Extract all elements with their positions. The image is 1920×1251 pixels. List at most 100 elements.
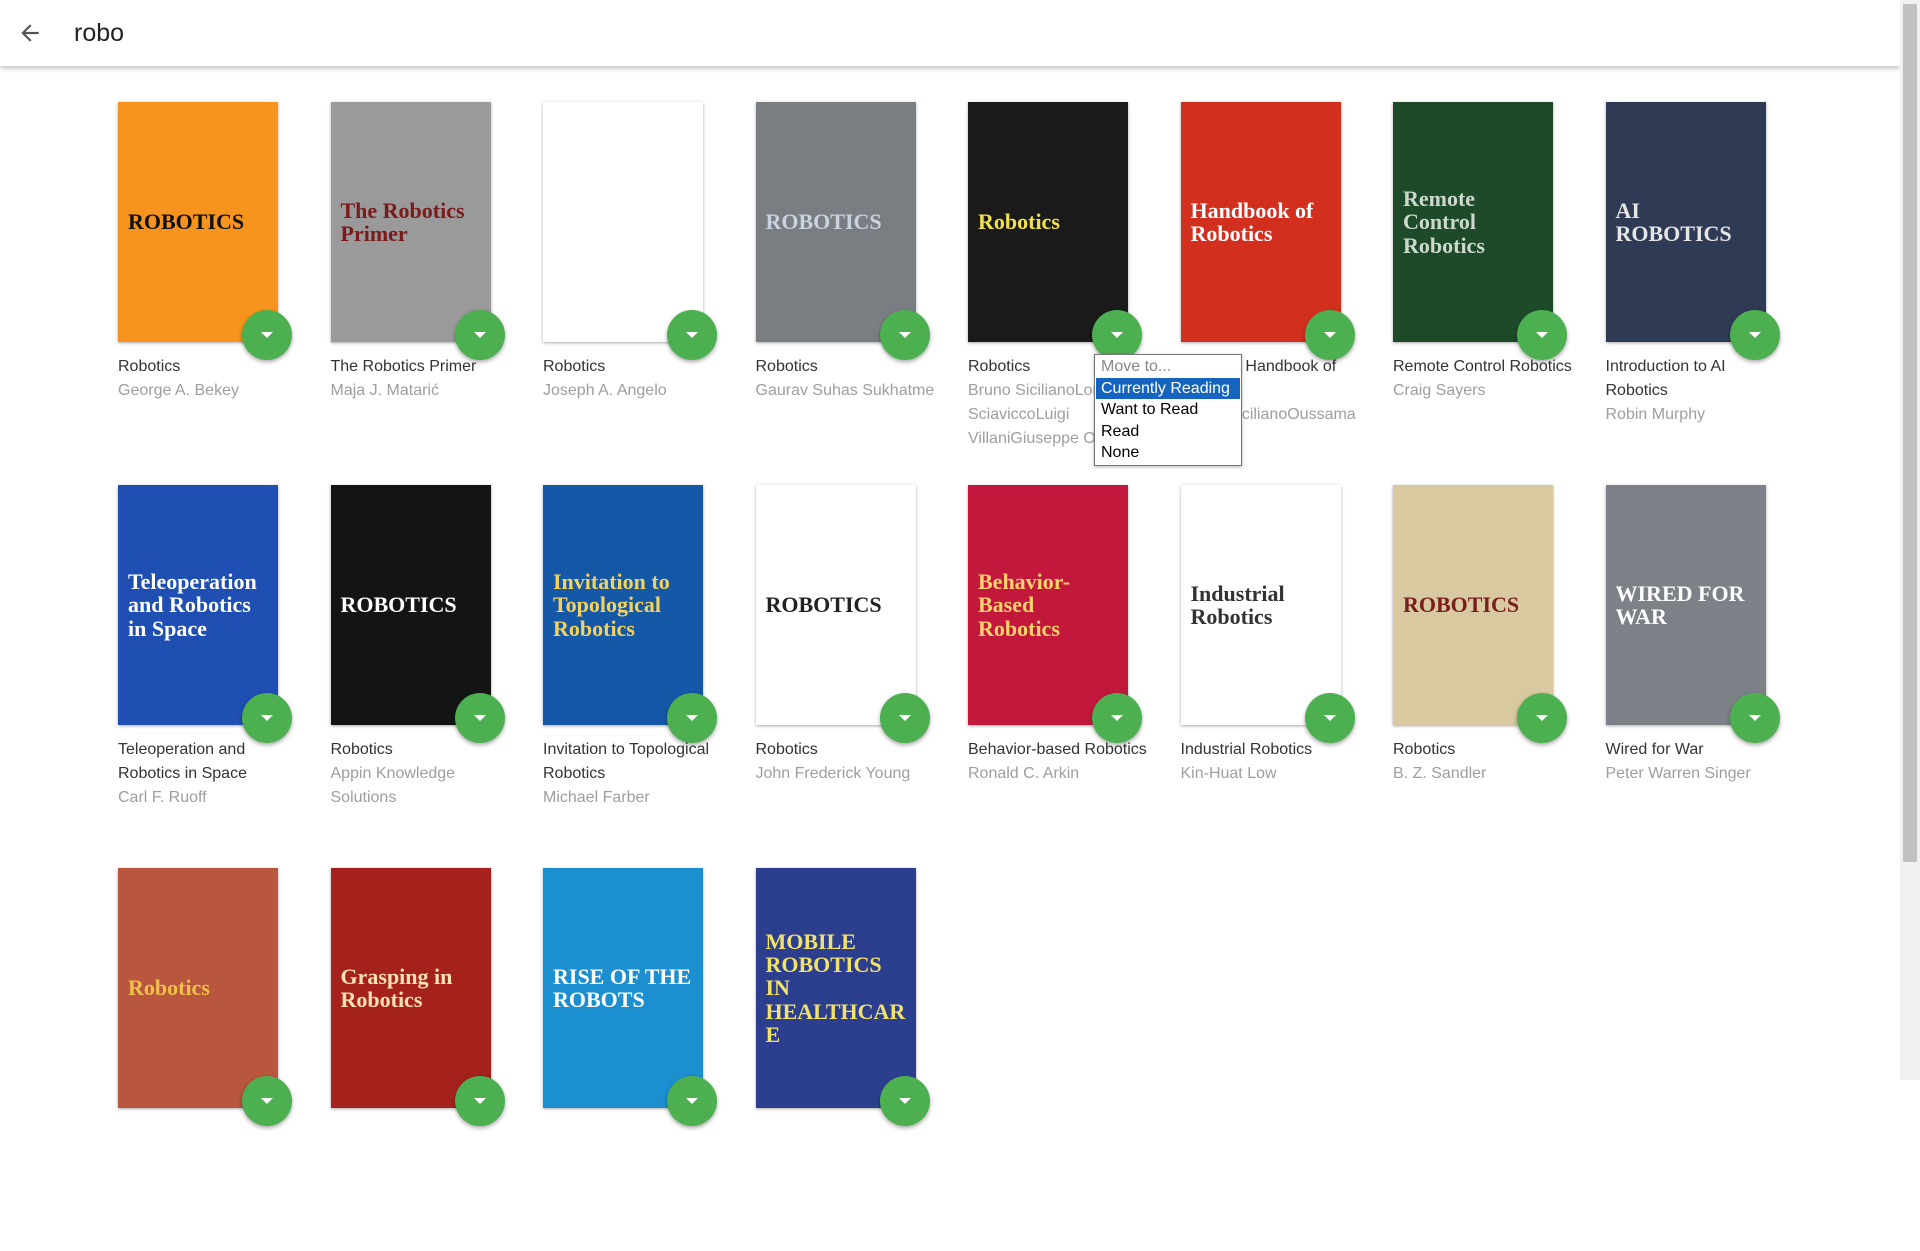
shelf-menu-button[interactable] bbox=[1729, 693, 1780, 743]
arrow-drop-down-icon bbox=[686, 715, 698, 721]
move-to-dropdown[interactable]: Move to... Currently Reading Want to Rea… bbox=[1094, 354, 1242, 466]
option-read[interactable]: Read bbox=[1096, 421, 1240, 443]
scrollbar-thumb[interactable] bbox=[1903, 4, 1917, 862]
book-cover[interactable]: Handbook of Robotics bbox=[1180, 102, 1341, 342]
cover-title-text: ROBOTICS bbox=[765, 209, 882, 235]
back-button[interactable] bbox=[10, 13, 50, 53]
cover-title-text: Robotics bbox=[128, 975, 210, 1001]
book-cover[interactable]: RISE OF THE ROBOTS bbox=[543, 868, 703, 1108]
book-cover[interactable]: Robotics bbox=[118, 868, 278, 1108]
book-cover[interactable]: Remote Control Robotics bbox=[1393, 102, 1553, 342]
book-author: Maja J. Matarić bbox=[330, 382, 439, 399]
shelf-menu-button[interactable] bbox=[1517, 310, 1567, 360]
book-cover[interactable] bbox=[543, 102, 703, 342]
book-cover[interactable]: ROBOTICS bbox=[118, 102, 278, 342]
book-card[interactable]: Robotics bbox=[118, 868, 292, 1251]
cover-title-text: Handbook of Robotics bbox=[1190, 197, 1314, 246]
book-cover[interactable]: The Robotics Primer bbox=[330, 102, 491, 342]
book-card[interactable]: Grasping in Robotics bbox=[330, 868, 505, 1251]
book-cover[interactable]: Teleoperation and Robotics in Space bbox=[118, 485, 278, 725]
shelf-menu-button[interactable] bbox=[242, 310, 292, 360]
cover-title-text: Teleoperation and Robotics in Space bbox=[128, 569, 257, 641]
option-want-to-read[interactable]: Want to Read bbox=[1096, 399, 1240, 421]
arrow-drop-down-icon bbox=[261, 715, 273, 721]
shelf-menu-button[interactable] bbox=[667, 693, 717, 743]
book-card[interactable]: ROBOTICS Robotics B. Z. Sandler bbox=[1393, 485, 1567, 868]
book-card[interactable]: WIRED FOR WAR Wired for War Peter Warren S… bbox=[1605, 485, 1780, 868]
book-author: B. Z. Sandler bbox=[1393, 765, 1487, 782]
shelf-menu-button[interactable] bbox=[879, 1076, 930, 1126]
arrow-drop-down-icon bbox=[1748, 332, 1761, 338]
shelf-menu-button[interactable] bbox=[879, 693, 930, 743]
book-card[interactable]: Remote Control Robotics Remote Control Ro… bbox=[1393, 102, 1572, 485]
cover-title-text: The Robotics Primer bbox=[340, 197, 465, 246]
book-card[interactable]: ROBOTICS Robotics Gaurav Suhas Sukhatme bbox=[755, 102, 934, 485]
book-author: Kin-Huat Low bbox=[1180, 765, 1277, 782]
book-cover[interactable]: Invitation to Topological Robotics bbox=[543, 485, 703, 725]
shelf-menu-button[interactable] bbox=[667, 310, 717, 360]
book-card[interactable]: Teleoperation and Robotics in Space Teleo… bbox=[118, 485, 292, 868]
book-author: Robin Murphy bbox=[1605, 406, 1706, 423]
book-author: Michael Farber bbox=[543, 789, 650, 806]
arrow-drop-down-icon bbox=[261, 332, 273, 338]
book-cover[interactable]: Robotics bbox=[968, 102, 1128, 342]
arrow-drop-down-icon bbox=[686, 1098, 698, 1104]
arrow-drop-down-icon bbox=[1536, 715, 1548, 721]
option-currently-reading[interactable]: Currently Reading bbox=[1096, 377, 1240, 399]
search-input[interactable] bbox=[74, 14, 774, 52]
arrow-drop-down-icon bbox=[1111, 332, 1123, 338]
cover-title-text: Grasping in Robotics bbox=[340, 963, 453, 1012]
book-title: Introduction to AI Robotics bbox=[1605, 358, 1726, 399]
arrow-drop-down-icon bbox=[1536, 332, 1548, 338]
arrow-drop-down-icon bbox=[1323, 332, 1336, 338]
book-card[interactable]: Industrial Robotics Industrial Robotics Ki… bbox=[1180, 485, 1355, 868]
book-cover[interactable]: ROBOTICS bbox=[1393, 485, 1553, 725]
book-author: Appin Knowledge Solutions bbox=[330, 765, 456, 806]
book-cover[interactable]: ROBOTICS bbox=[755, 485, 916, 725]
book-card[interactable]: ROBOTICS Robotics John Frederick Young bbox=[755, 485, 930, 868]
move-to-placeholder: Move to... bbox=[1101, 358, 1172, 375]
book-card[interactable]: ROBOTICS Robotics Appin Knowledge Solution… bbox=[330, 485, 505, 868]
shelf-menu-button[interactable] bbox=[1092, 693, 1142, 743]
book-cover[interactable]: Industrial Robotics bbox=[1180, 485, 1341, 725]
option-none[interactable]: None bbox=[1096, 442, 1240, 464]
shelf-menu-button[interactable] bbox=[454, 693, 505, 743]
page-scrollbar[interactable] bbox=[1900, 0, 1920, 1080]
book-cover[interactable]: Behavior-Based Robotics bbox=[968, 485, 1128, 725]
shelf-menu-button[interactable] bbox=[879, 310, 930, 360]
shelf-menu-button[interactable] bbox=[242, 1076, 292, 1126]
book-card[interactable]: MOBILE ROBOTICS IN HEALTHCARE bbox=[755, 868, 930, 1251]
book-cover[interactable]: WIRED FOR WAR bbox=[1605, 485, 1766, 725]
arrow-drop-down-icon bbox=[898, 332, 911, 338]
book-author: Gaurav Suhas Sukhatme bbox=[755, 382, 935, 399]
shelf-menu-button[interactable] bbox=[1304, 693, 1355, 743]
book-cover[interactable]: MOBILE ROBOTICS IN HEALTHCARE bbox=[755, 868, 916, 1108]
book-card[interactable]: ROBOTICS Robotics George A. Bekey bbox=[118, 102, 292, 485]
shelf-menu-button[interactable] bbox=[454, 1076, 505, 1126]
book-card[interactable]: AI ROBOTICS Introduction to AI Robotics Ro… bbox=[1605, 102, 1780, 485]
shelf-menu-button[interactable] bbox=[454, 310, 505, 360]
book-author: Carl F. Ruoff bbox=[118, 789, 207, 806]
cover-title-text: WIRED FOR WAR bbox=[1615, 580, 1745, 629]
shelf-menu-button[interactable] bbox=[1092, 310, 1142, 360]
book-author: George A. Bekey bbox=[118, 382, 239, 399]
shelf-menu-button[interactable] bbox=[1304, 310, 1355, 360]
book-cover[interactable]: AI ROBOTICS bbox=[1605, 102, 1766, 342]
shelf-menu-button[interactable] bbox=[1517, 693, 1567, 743]
cover-title-text: RISE OF THE ROBOTS bbox=[553, 963, 692, 1012]
book-card[interactable]: Invitation to Topological Robotics Invita… bbox=[543, 485, 717, 868]
arrow-drop-down-icon bbox=[898, 715, 911, 721]
book-card[interactable]: Robotics Joseph A. Angelo bbox=[543, 102, 717, 485]
cover-title-text: Behavior-Based Robotics bbox=[978, 569, 1071, 641]
arrow-drop-down-icon bbox=[1111, 715, 1123, 721]
book-card[interactable]: RISE OF THE ROBOTS bbox=[543, 868, 717, 1251]
book-title: Invitation to Topological Robotics bbox=[543, 741, 710, 782]
book-cover[interactable]: Grasping in Robotics bbox=[330, 868, 491, 1108]
book-cover[interactable]: ROBOTICS bbox=[755, 102, 916, 342]
shelf-menu-button[interactable] bbox=[242, 693, 292, 743]
book-cover[interactable]: ROBOTICS bbox=[330, 485, 491, 725]
book-card[interactable]: Behavior-Based Robotics Behavior-based Ro… bbox=[968, 485, 1147, 868]
shelf-menu-button[interactable] bbox=[1729, 310, 1780, 360]
shelf-menu-button[interactable] bbox=[667, 1076, 717, 1126]
book-card[interactable]: The Robotics Primer The Robotics Primer Ma… bbox=[330, 102, 505, 485]
